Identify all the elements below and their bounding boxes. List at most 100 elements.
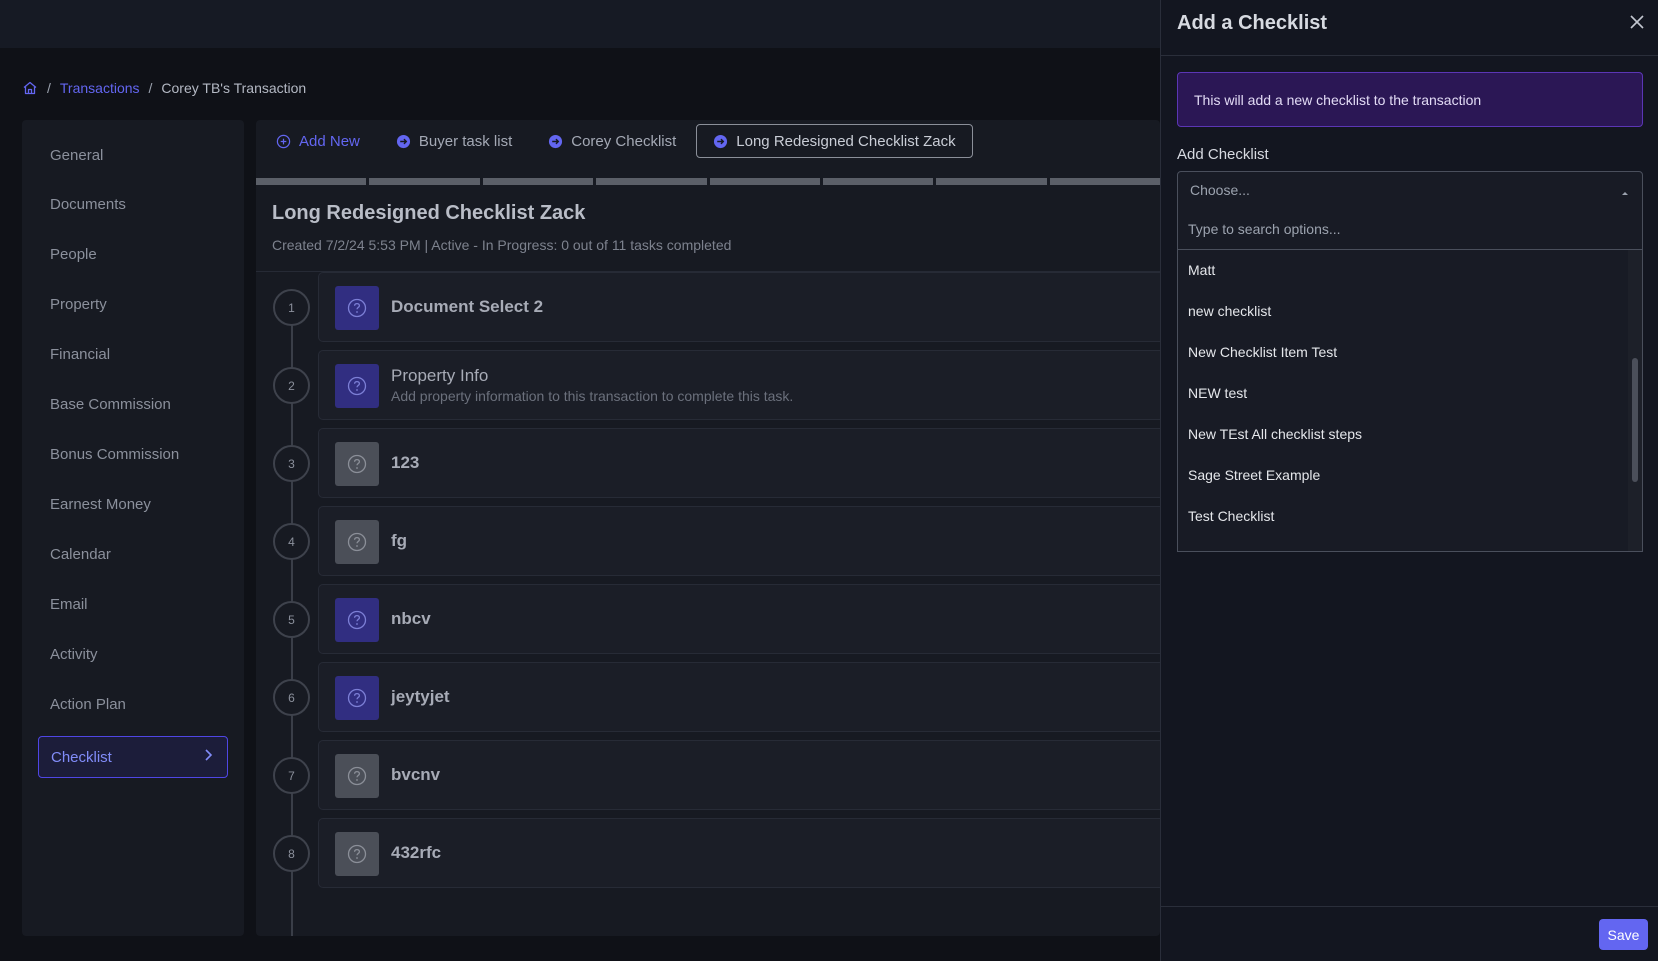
question-circle-icon xyxy=(335,598,379,642)
checklist-task[interactable]: fg xyxy=(318,506,1160,576)
sidebar-item-general[interactable]: General xyxy=(50,144,103,168)
arrow-right-circle-icon xyxy=(396,134,411,149)
sidebar-item-property[interactable]: Property xyxy=(50,293,107,317)
sidebar-item-email[interactable]: Email xyxy=(50,593,88,617)
checklist-task[interactable]: Property Info Add property information to… xyxy=(318,350,1160,420)
tab-long-redesigned-checklist-zack[interactable]: Long Redesigned Checklist Zack xyxy=(696,124,973,158)
sidebar-item-financial[interactable]: Financial xyxy=(50,343,110,367)
sidebar-item-documents[interactable]: Documents xyxy=(50,193,126,217)
dropdown-option[interactable]: Matt xyxy=(1178,250,1626,290)
task-name: bvcnv xyxy=(391,765,441,784)
dropdown-option[interactable]: NEW test xyxy=(1178,372,1626,413)
task-name: jeytyjet xyxy=(391,687,450,706)
plus-circle-icon xyxy=(276,134,291,149)
progress-segment xyxy=(596,178,707,185)
progress-segment xyxy=(822,178,934,185)
dropdown-scrollbar[interactable] xyxy=(1628,250,1642,551)
progress-segment xyxy=(1049,178,1160,185)
sidebar-item-people[interactable]: People xyxy=(50,243,97,267)
dropdown-option[interactable]: new checklist xyxy=(1178,290,1626,331)
step-number: 7 xyxy=(273,757,310,794)
dropdown-option[interactable]: Test Checklist xyxy=(1178,495,1626,536)
tab-corey-checklist[interactable]: Corey Checklist xyxy=(528,124,692,158)
breadcrumb-separator: / xyxy=(47,80,51,96)
step-number: 8 xyxy=(273,835,310,872)
checklist-task[interactable]: 432rfc xyxy=(318,818,1160,888)
dropdown-option[interactable]: New Checklist Item Test xyxy=(1178,331,1626,372)
sidebar-item-base-commission[interactable]: Base Commission xyxy=(50,393,171,417)
task-name: fg xyxy=(391,531,408,550)
breadcrumb-current: Corey TB's Transaction xyxy=(161,80,307,96)
tab-label: Corey Checklist xyxy=(571,132,677,150)
sidebar-item-action-plan[interactable]: Action Plan xyxy=(50,693,126,717)
step-number: 2 xyxy=(273,367,310,404)
task-name: Property Info xyxy=(391,366,489,385)
arrow-right-circle-icon xyxy=(713,134,728,149)
sidebar: General Documents People Property Financ… xyxy=(22,120,244,936)
tab-buyer-task-list[interactable]: Buyer task list xyxy=(376,124,528,158)
question-circle-icon xyxy=(335,754,379,798)
sidebar-item-earnest-money[interactable]: Earnest Money xyxy=(50,493,151,517)
step-number: 1 xyxy=(273,289,310,326)
scrollbar-thumb[interactable] xyxy=(1632,358,1638,482)
checklist-task[interactable]: bvcnv xyxy=(318,740,1160,810)
checklist-task[interactable]: nbcv xyxy=(318,584,1160,654)
add-checklist-drawer: Add a Checklist This will add a new chec… xyxy=(1160,0,1658,961)
tab-label: Buyer task list xyxy=(418,132,513,150)
question-circle-icon xyxy=(335,520,379,564)
sidebar-item-bonus-commission[interactable]: Bonus Commission xyxy=(50,443,179,467)
select-placeholder: Choose... xyxy=(1190,182,1250,198)
info-alert: This will add a new checklist to the tra… xyxy=(1177,72,1643,127)
step-number: 3 xyxy=(273,445,310,482)
task-description: Add property information to this transac… xyxy=(391,388,794,404)
progress-segment xyxy=(369,178,480,185)
close-button[interactable] xyxy=(1627,14,1647,34)
add-new-tab[interactable]: Add New xyxy=(256,124,376,158)
checklist-meta: Created 7/2/24 5:53 PM | Active - In Pro… xyxy=(272,237,732,253)
close-icon xyxy=(1629,14,1645,35)
drawer-header: Add a Checklist xyxy=(1161,0,1658,56)
progress-segment xyxy=(482,178,594,185)
save-button[interactable]: Save xyxy=(1599,919,1648,950)
sidebar-item-activity[interactable]: Activity xyxy=(50,643,98,667)
top-bar xyxy=(0,0,1160,48)
step-number: 5 xyxy=(273,601,310,638)
checklist-select[interactable]: Choose... xyxy=(1177,171,1643,209)
task-progress-bar xyxy=(256,178,1160,185)
search-input[interactable] xyxy=(1188,220,1632,237)
question-circle-icon xyxy=(335,676,379,720)
options-list: Matt new checklist New Checklist Item Test… xyxy=(1178,250,1626,551)
progress-segment xyxy=(256,178,367,185)
step-number: 4 xyxy=(273,523,310,560)
dropdown-option[interactable]: New TEst All checklist steps xyxy=(1178,413,1626,454)
dropdown-option[interactable]: Sage Street Example xyxy=(1178,454,1626,495)
search-box xyxy=(1178,208,1642,250)
task-name: Document Select 2 xyxy=(391,297,544,316)
add-checklist-label: Add Checklist xyxy=(1177,146,1269,163)
drawer-title: Add a Checklist xyxy=(1177,12,1328,34)
question-circle-icon xyxy=(335,442,379,486)
breadcrumb-transactions[interactable]: Transactions xyxy=(60,80,140,96)
tab-label: Long Redesigned Checklist Zack xyxy=(736,132,956,150)
checklist-title: Long Redesigned Checklist Zack xyxy=(272,202,586,224)
checklist-tabs: Add New Buyer task list Corey Checklist … xyxy=(256,124,973,158)
sidebar-item-calendar[interactable]: Calendar xyxy=(50,543,111,567)
breadcrumb-separator: / xyxy=(148,80,153,96)
caret-up-icon xyxy=(1620,185,1630,195)
question-circle-icon xyxy=(335,832,379,876)
question-circle-icon xyxy=(335,364,379,408)
checklist-task[interactable]: jeytyjet xyxy=(318,662,1160,732)
chevron-right-icon xyxy=(201,748,215,766)
info-alert-text: This will add a new checklist to the tra… xyxy=(1194,91,1482,108)
checklist-task[interactable]: Document Select 2 xyxy=(318,272,1160,342)
home-icon[interactable] xyxy=(22,80,38,96)
checklist-panel: Add New Buyer task list Corey Checklist … xyxy=(256,120,1160,936)
question-circle-icon xyxy=(335,286,379,330)
arrow-right-circle-icon xyxy=(548,134,563,149)
checklist-task[interactable]: 123 xyxy=(318,428,1160,498)
checklist-dropdown: Mattnew checklistNew Checklist Item Test… xyxy=(1177,208,1643,552)
sidebar-item-checklist[interactable]: Checklist xyxy=(38,736,228,778)
tab-label: Add New xyxy=(299,132,360,150)
drawer-footer: Save xyxy=(1161,906,1658,961)
task-name: 123 xyxy=(391,453,420,472)
